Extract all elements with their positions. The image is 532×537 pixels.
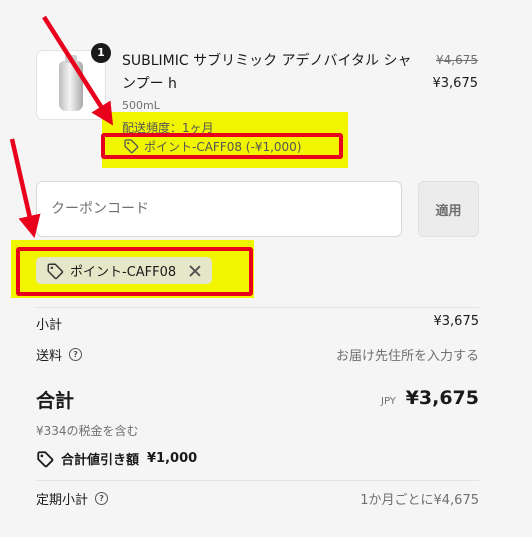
total-label: 合計 — [36, 390, 75, 412]
applied-coupon-chip: ポイント-CAFF08 — [36, 257, 213, 284]
coupon-code-input[interactable] — [36, 181, 402, 237]
currency-code: JPY — [381, 396, 396, 407]
tag-icon — [47, 263, 64, 279]
subtotal-label: 小計 — [36, 318, 63, 333]
total-savings: 合計値引き額 ¥1,000 — [36, 449, 197, 468]
apply-button[interactable]: 適用 — [418, 181, 479, 237]
recurring-value: 1か月ごとに¥4,675 — [360, 493, 479, 508]
original-price: ¥4,675 — [436, 53, 478, 67]
divider — [36, 480, 479, 481]
quantity-badge: 1 — [91, 43, 111, 63]
shipping-value: お届け先住所を入力する — [335, 349, 479, 364]
recurring-label: 定期小計 — [36, 493, 89, 508]
question-circle-icon[interactable]: ? — [69, 348, 83, 361]
shipping-row-label: 送料 ? — [36, 345, 83, 364]
savings-label: 合計値引き額 — [61, 453, 140, 468]
current-price: ¥3,675 — [432, 76, 479, 91]
divider — [36, 307, 479, 308]
recurring-row-label: 定期小計 ? — [36, 489, 109, 508]
question-circle-icon[interactable]: ? — [95, 492, 109, 505]
applied-coupon-code: ポイント-CAFF08 — [70, 265, 177, 280]
line-discount-text: ポイント-CAFF08 (-¥1,000) — [144, 139, 302, 154]
arrow-2 — [9, 138, 41, 238]
tax-note: ¥334の税金を含む — [36, 424, 139, 438]
product-variant: 500mL — [122, 99, 160, 112]
tag-icon — [124, 139, 139, 154]
subtotal-value: ¥3,675 — [433, 314, 480, 329]
product-title: SUBLIMIC サブリミック アデノバイタル シャンプー h — [122, 53, 412, 92]
tag-icon — [37, 450, 54, 467]
savings-value: ¥1,000 — [147, 451, 198, 466]
order-summary-panel: 1 SUBLIMIC サブリミック アデノバイタル シャンプー h ¥4,675… — [0, 0, 532, 537]
total-value: ¥3,675 — [405, 387, 479, 409]
product-bottle-image — [59, 55, 83, 111]
close-icon[interactable] — [188, 264, 202, 278]
shipping-label: 送料 — [36, 349, 63, 364]
line-discount: ポイント-CAFF08 (-¥1,000) — [101, 133, 343, 159]
